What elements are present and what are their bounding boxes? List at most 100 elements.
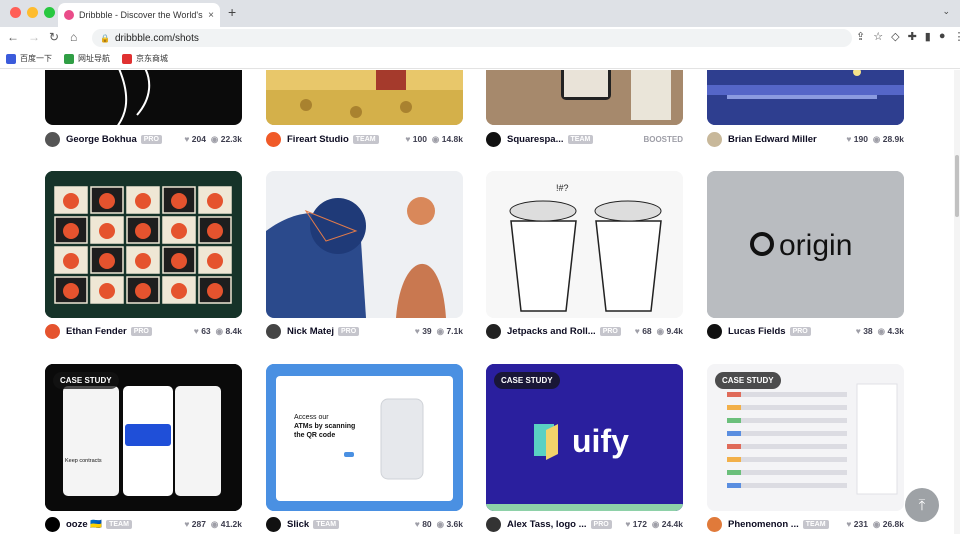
home-icon[interactable]: ⌂ — [70, 30, 77, 44]
like-button[interactable]: ♥ 190 — [846, 134, 868, 145]
like-button[interactable]: ♥ 204 — [184, 134, 206, 145]
heart-icon: ♥ — [634, 325, 640, 336]
bookmark-jd[interactable]: 京东商城 — [122, 53, 168, 64]
shot-thumbnail[interactable] — [707, 70, 904, 125]
avatar[interactable] — [486, 516, 501, 532]
bookmark-baidu[interactable]: 百度一下 — [6, 53, 52, 64]
tab-close-icon[interactable]: × — [208, 10, 214, 21]
avatar[interactable] — [266, 323, 281, 339]
like-button[interactable]: ♥ 231 — [846, 519, 868, 530]
shot-meta: Fireart Studio TEAM ♥ 100 ◉ 14.8k — [266, 130, 463, 148]
views-count: 28.9k — [882, 133, 904, 144]
svg-text:uify: uify — [572, 423, 629, 459]
author-badge: PRO — [590, 519, 612, 529]
profile-icon[interactable]: ● — [939, 30, 946, 43]
likes-count: 231 — [853, 518, 868, 529]
shot-thumbnail[interactable] — [266, 70, 463, 125]
author-badge: PRO — [599, 326, 621, 336]
maximize-window-button[interactable] — [44, 7, 55, 18]
avatar[interactable] — [266, 131, 281, 147]
extension-icon[interactable]: ◇ — [891, 30, 899, 43]
avatar[interactable] — [707, 516, 722, 532]
tab-dribbble[interactable]: Dribbble - Discover the World's × — [58, 3, 220, 27]
author-badge: TEAM — [567, 134, 594, 144]
scrollbar-thumb[interactable] — [955, 155, 959, 217]
tab-search-icon[interactable]: ⌄ — [942, 6, 950, 17]
avatar[interactable] — [45, 131, 60, 147]
views-count: 4.3k — [887, 325, 904, 336]
avatar[interactable] — [45, 323, 60, 339]
shot-thumbnail[interactable]: origin — [707, 171, 904, 318]
author-name[interactable]: Phenomenon ... — [728, 519, 799, 530]
address-bar[interactable]: 🔒 dribbble.com/shots — [92, 29, 852, 47]
views-count: 26.8k — [882, 518, 904, 529]
menu-icon[interactable]: ⋮ — [954, 30, 960, 43]
author-name[interactable]: Ethan Fender — [66, 326, 127, 337]
avatar[interactable] — [45, 516, 60, 532]
shot-thumbnail[interactable] — [486, 70, 683, 125]
new-tab-button[interactable]: + — [228, 4, 236, 20]
author-name[interactable]: Squarespa... — [507, 134, 564, 145]
close-window-button[interactable] — [10, 7, 21, 18]
shot-thumbnail[interactable]: uify CASE STUDY — [486, 364, 683, 511]
like-button[interactable]: ♥ 80 — [415, 519, 432, 530]
back-icon[interactable]: ← — [7, 30, 19, 44]
author-name[interactable]: Alex Tass, logo ... — [507, 519, 587, 530]
eye-icon: ◉ — [436, 518, 445, 529]
heart-icon: ♥ — [625, 518, 631, 529]
minimize-window-button[interactable] — [27, 7, 38, 18]
shot-stats: ♥ 100 ◉ 14.8k — [405, 134, 463, 145]
shot-thumbnail[interactable] — [45, 171, 242, 318]
author-name[interactable]: George Bokhua — [66, 134, 137, 145]
views-count: 22.3k — [220, 133, 242, 144]
author-name[interactable]: Nick Matej — [287, 326, 334, 337]
share-icon[interactable]: ⇪ — [856, 30, 865, 43]
star-icon[interactable]: ☆ — [873, 30, 883, 43]
bookmark-nav[interactable]: 网址导航 — [64, 53, 110, 64]
like-button[interactable]: ♥ 287 — [184, 519, 206, 530]
author-name[interactable]: ooze 🇺🇦 — [66, 519, 102, 530]
shot-thumbnail[interactable] — [266, 171, 463, 318]
shot-meta: Nick Matej PRO ♥ 39 ◉ 7.1k — [266, 322, 463, 340]
author-name[interactable]: Jetpacks and Roll... — [507, 326, 596, 337]
avatar[interactable] — [486, 131, 501, 147]
reload-icon[interactable]: ↻ — [49, 30, 59, 44]
author-badge: PRO — [130, 326, 152, 336]
views-count: 9.4k — [666, 325, 683, 336]
shot-thumbnail[interactable]: Access our ATMs by scanning the QR code — [266, 364, 463, 511]
views-count: 41.2k — [220, 518, 242, 529]
bookmark-label: 百度一下 — [20, 54, 52, 63]
shot-thumbnail[interactable]: CASE STUDY — [707, 364, 904, 511]
scroll-to-top-button[interactable]: ⤒ — [905, 488, 939, 522]
avatar[interactable] — [486, 323, 501, 339]
author-name[interactable]: Slick — [287, 519, 309, 530]
shot-thumbnail[interactable] — [45, 70, 242, 125]
like-button[interactable]: ♥ 38 — [856, 326, 873, 337]
views: ◉ 4.3k — [878, 326, 904, 337]
page-scrollbar[interactable] — [954, 70, 960, 534]
author-name[interactable]: Fireart Studio — [287, 134, 349, 145]
shot-stats: ♥ 204 ◉ 22.3k — [184, 134, 242, 145]
like-button[interactable]: ♥ 68 — [635, 326, 652, 337]
like-button[interactable]: ♥ 39 — [415, 326, 432, 337]
avatar[interactable] — [707, 323, 722, 339]
forward-icon[interactable]: → — [28, 30, 40, 44]
shot-thumbnail[interactable]: !#? — [486, 171, 683, 318]
like-button[interactable]: ♥ 63 — [194, 326, 211, 337]
author-badge: PRO — [140, 134, 162, 144]
shot-meta: Jetpacks and Roll... PRO ♥ 68 ◉ 9.4k — [486, 322, 683, 340]
author-name[interactable]: Brian Edward Miller — [728, 134, 817, 145]
author-name[interactable]: Lucas Fields — [728, 326, 786, 337]
heart-icon: ♥ — [414, 325, 420, 336]
heart-icon: ♥ — [414, 518, 420, 529]
eye-icon: ◉ — [651, 518, 660, 529]
puzzle-icon[interactable]: ✚ — [908, 30, 917, 43]
views-count: 8.4k — [225, 325, 242, 336]
sidebar-icon[interactable]: ▮ — [925, 30, 931, 43]
author-badge: TEAM — [352, 134, 379, 144]
like-button[interactable]: ♥ 172 — [625, 519, 647, 530]
avatar[interactable] — [266, 516, 281, 532]
like-button[interactable]: ♥ 100 — [405, 134, 427, 145]
avatar[interactable] — [707, 131, 722, 147]
shot-thumbnail[interactable]: Keep contracts CASE STUDY — [45, 364, 242, 511]
